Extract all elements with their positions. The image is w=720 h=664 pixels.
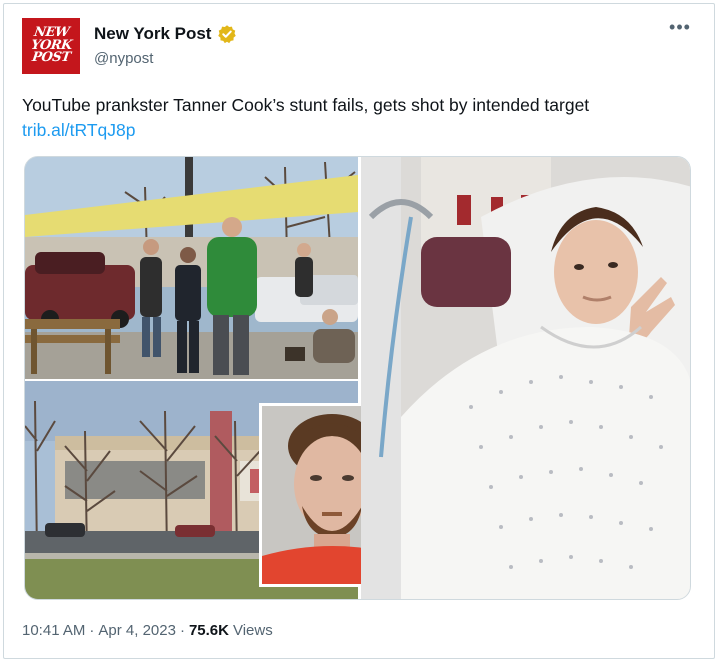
author-name[interactable]: New York Post <box>94 24 211 44</box>
tweet-time[interactable]: 10:41 AM <box>22 622 85 639</box>
more-options-icon[interactable]: ••• <box>668 18 692 40</box>
separator: · <box>179 622 185 639</box>
views-count[interactable]: 75.6K <box>189 622 229 639</box>
verified-badge-icon <box>218 25 237 44</box>
separator: · <box>89 622 95 639</box>
author-handle[interactable]: @nypost <box>94 50 153 67</box>
tweet-text: YouTube prankster Tanner Cook’s stunt fa… <box>22 93 682 143</box>
logo-line: POST <box>30 50 72 66</box>
crime-scene-photo[interactable] <box>25 157 358 379</box>
tweet-meta: 10:41 AM · Apr 4, 2023 · 75.6K Views <box>22 622 273 639</box>
hospital-selfie-photo[interactable] <box>361 157 690 599</box>
tweet-link[interactable]: trib.al/tRTqJ8p <box>22 120 135 140</box>
avatar[interactable]: NEW YORK POST <box>22 18 80 74</box>
tweet-body: YouTube prankster Tanner Cook’s stunt fa… <box>22 95 590 115</box>
tweet-date[interactable]: Apr 4, 2023 <box>98 622 176 639</box>
media-grid[interactable] <box>24 156 691 600</box>
views-label: Views <box>232 622 273 639</box>
author-row: New York Post <box>94 24 237 44</box>
